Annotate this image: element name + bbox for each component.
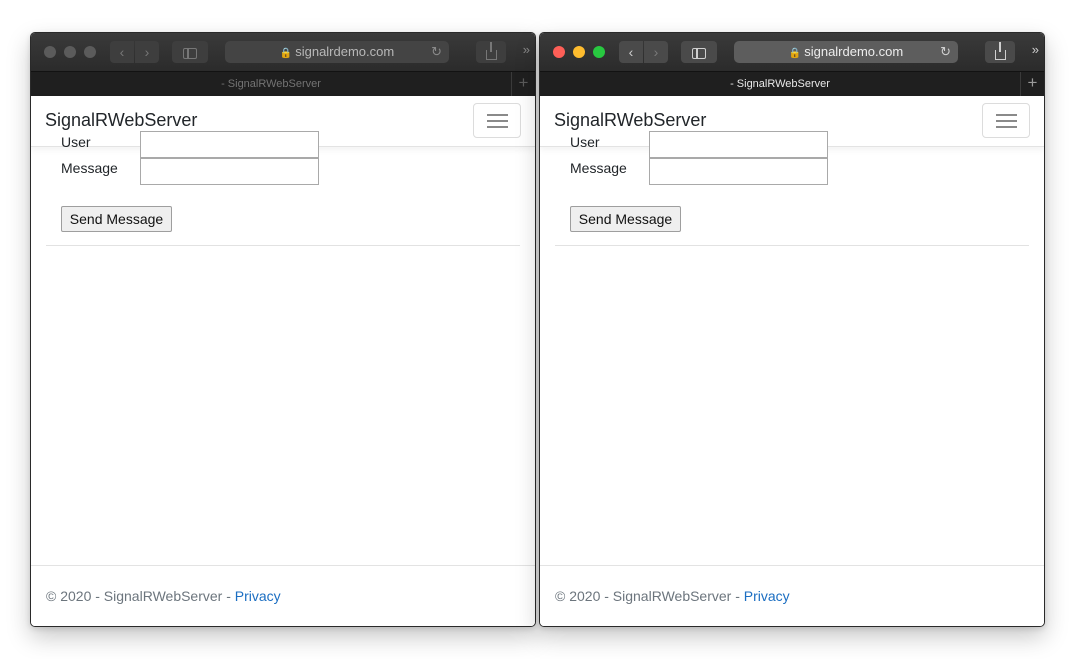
message-input[interactable] bbox=[140, 158, 319, 185]
forward-button[interactable]: › bbox=[644, 41, 668, 63]
tab-bar: - SignalRWebServer + bbox=[540, 71, 1044, 96]
footer-text: © 2020 - SignalRWebServer - Privacy bbox=[46, 588, 281, 604]
privacy-link[interactable]: Privacy bbox=[744, 588, 790, 604]
reload-icon[interactable]: ↻ bbox=[431, 41, 442, 63]
share-icon bbox=[994, 42, 1006, 60]
user-input[interactable] bbox=[649, 131, 828, 158]
message-label: Message bbox=[61, 160, 118, 176]
message-input[interactable] bbox=[649, 158, 828, 185]
url-text: signalrdemo.com bbox=[804, 44, 904, 59]
privacy-link[interactable]: Privacy bbox=[235, 588, 281, 604]
footer-text: © 2020 - SignalRWebServer - Privacy bbox=[555, 588, 790, 604]
close-window-button[interactable] bbox=[553, 46, 565, 58]
more-toolbar-icon[interactable]: » bbox=[523, 42, 530, 57]
hamburger-icon bbox=[487, 114, 508, 128]
page-content: SignalRWebServer User Message Send Messa… bbox=[31, 96, 535, 626]
share-button[interactable] bbox=[985, 41, 1015, 63]
sidebar-icon bbox=[692, 48, 706, 59]
back-button[interactable]: ‹ bbox=[619, 41, 643, 63]
divider bbox=[46, 245, 520, 246]
user-label: User bbox=[570, 134, 600, 150]
minimize-window-button[interactable] bbox=[64, 46, 76, 58]
chevron-right-icon: › bbox=[144, 44, 150, 60]
share-icon bbox=[485, 42, 497, 60]
sidebar-toggle-button[interactable] bbox=[172, 41, 208, 63]
title-bar: ‹ › 🔒 signalrdemo.com ↻ » bbox=[31, 33, 535, 71]
navbar-toggle-button[interactable] bbox=[982, 103, 1030, 138]
send-message-button[interactable]: Send Message bbox=[570, 206, 681, 232]
chevron-left-icon: ‹ bbox=[628, 44, 634, 60]
footer-copyright: © 2020 - SignalRWebServer - bbox=[555, 588, 744, 604]
tab-title[interactable]: - SignalRWebServer bbox=[31, 72, 511, 96]
tab-title[interactable]: - SignalRWebServer bbox=[540, 72, 1020, 96]
divider bbox=[555, 245, 1029, 246]
new-tab-button[interactable]: + bbox=[511, 72, 535, 96]
reload-icon[interactable]: ↻ bbox=[940, 41, 951, 63]
tab-bar: - SignalRWebServer + bbox=[31, 71, 535, 96]
navbar-brand[interactable]: SignalRWebServer bbox=[554, 110, 706, 131]
sidebar-icon bbox=[183, 48, 197, 59]
address-bar[interactable]: 🔒 signalrdemo.com ↻ bbox=[734, 41, 958, 63]
user-input[interactable] bbox=[140, 131, 319, 158]
title-bar: ‹ › 🔒 signalrdemo.com ↻ » bbox=[540, 33, 1044, 71]
address-bar[interactable]: 🔒 signalrdemo.com ↻ bbox=[225, 41, 449, 63]
chevron-left-icon: ‹ bbox=[119, 44, 125, 60]
close-window-button[interactable] bbox=[44, 46, 56, 58]
forward-button[interactable]: › bbox=[135, 41, 159, 63]
browser-window-right: ‹ › 🔒 signalrdemo.com ↻ » - SignalRWebSer… bbox=[539, 32, 1045, 627]
zoom-window-button[interactable] bbox=[84, 46, 96, 58]
footer: © 2020 - SignalRWebServer - Privacy bbox=[31, 565, 535, 626]
hamburger-icon bbox=[996, 114, 1017, 128]
lock-icon: 🔒 bbox=[279, 48, 293, 59]
sidebar-toggle-button[interactable] bbox=[681, 41, 717, 63]
browser-window-left: ‹ › 🔒 signalrdemo.com ↻ » - SignalRWebSer… bbox=[30, 32, 536, 627]
page-content: SignalRWebServer User Message Send Messa… bbox=[540, 96, 1044, 626]
user-label: User bbox=[61, 134, 91, 150]
zoom-window-button[interactable] bbox=[593, 46, 605, 58]
navbar-toggle-button[interactable] bbox=[473, 103, 521, 138]
new-tab-button[interactable]: + bbox=[1020, 72, 1044, 96]
message-label: Message bbox=[570, 160, 627, 176]
chevron-right-icon: › bbox=[653, 44, 659, 60]
share-button[interactable] bbox=[476, 41, 506, 63]
send-message-button[interactable]: Send Message bbox=[61, 206, 172, 232]
more-toolbar-icon[interactable]: » bbox=[1032, 42, 1039, 57]
minimize-window-button[interactable] bbox=[573, 46, 585, 58]
navbar-brand[interactable]: SignalRWebServer bbox=[45, 110, 197, 131]
footer: © 2020 - SignalRWebServer - Privacy bbox=[540, 565, 1044, 626]
url-text: signalrdemo.com bbox=[295, 44, 395, 59]
lock-icon: 🔒 bbox=[788, 48, 802, 59]
footer-copyright: © 2020 - SignalRWebServer - bbox=[46, 588, 235, 604]
back-button[interactable]: ‹ bbox=[110, 41, 134, 63]
